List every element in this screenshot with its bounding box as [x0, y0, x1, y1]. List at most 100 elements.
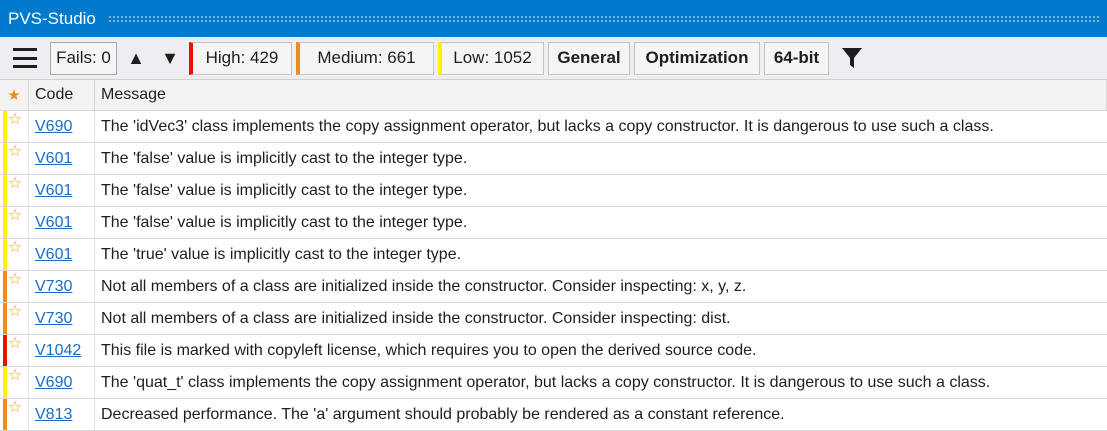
favorite-cell[interactable]: ☆	[0, 271, 29, 302]
message-text: The 'idVec3' class implements the copy a…	[101, 117, 994, 135]
severity-indicator	[3, 143, 7, 174]
menu-button[interactable]	[4, 42, 46, 75]
favorite-cell[interactable]: ☆	[0, 303, 29, 334]
table-row[interactable]: ☆ V730 Not all members of a class are in…	[0, 271, 1107, 303]
favorite-cell[interactable]: ☆	[0, 367, 29, 398]
star-outline-icon[interactable]: ☆	[8, 304, 22, 320]
message-text: Not all members of a class are initializ…	[101, 309, 731, 327]
favorite-cell[interactable]: ☆	[0, 335, 29, 366]
star-outline-icon[interactable]: ☆	[8, 144, 22, 160]
star-outline-icon[interactable]: ☆	[8, 176, 22, 192]
star-outline-icon[interactable]: ☆	[8, 368, 22, 384]
severity-indicator	[3, 399, 7, 430]
message-text: The 'false' value is implicitly cast to …	[101, 149, 468, 167]
message-cell: The 'false' value is implicitly cast to …	[95, 143, 1107, 174]
diagnostic-code-link[interactable]: V813	[35, 406, 72, 424]
title-bar-grip[interactable]	[107, 14, 1101, 23]
message-cell: Decreased performance. The 'a' argument …	[95, 399, 1107, 430]
message-cell: The 'quat_t' class implements the copy a…	[95, 367, 1107, 398]
severity-indicator	[3, 367, 7, 398]
toolbar: Fails: 0 ▲ ▼ High: 429 Medium: 661 Low: …	[0, 37, 1107, 79]
diagnostic-code-link[interactable]: V730	[35, 310, 72, 328]
next-message-button[interactable]: ▼	[155, 42, 185, 75]
code-cell: V601	[29, 207, 95, 238]
star-outline-icon[interactable]: ☆	[8, 112, 22, 128]
64bit-filter-button[interactable]: 64-bit	[764, 41, 829, 75]
filter-button[interactable]	[833, 42, 871, 75]
message-text: The 'false' value is implicitly cast to …	[101, 213, 468, 231]
code-cell: V601	[29, 143, 95, 174]
table-row[interactable]: ☆ V1042 This file is marked with copylef…	[0, 335, 1107, 367]
funnel-filter-icon	[842, 48, 862, 68]
message-text: Not all members of a class are initializ…	[101, 277, 747, 295]
message-column-header[interactable]: Message	[95, 80, 1107, 110]
favorite-cell[interactable]: ☆	[0, 111, 29, 142]
table-row[interactable]: ☆ V601 The 'false' value is implicitly c…	[0, 143, 1107, 175]
previous-message-button[interactable]: ▲	[121, 42, 151, 75]
code-cell: V730	[29, 303, 95, 334]
favorite-cell[interactable]: ☆	[0, 143, 29, 174]
message-cell: Not all members of a class are initializ…	[95, 303, 1107, 334]
hamburger-menu-icon	[13, 48, 37, 68]
code-cell: V601	[29, 175, 95, 206]
severity-indicator	[3, 207, 7, 238]
table-row[interactable]: ☆ V601 The 'true' value is implicitly ca…	[0, 239, 1107, 271]
favorite-cell[interactable]: ☆	[0, 399, 29, 430]
diagnostic-code-link[interactable]: V601	[35, 246, 72, 264]
message-text: The 'quat_t' class implements the copy a…	[101, 373, 991, 391]
diagnostic-code-link[interactable]: V690	[35, 118, 72, 136]
diagnostic-code-link[interactable]: V601	[35, 214, 72, 232]
high-level-filter-button[interactable]: High: 429	[189, 41, 292, 75]
low-level-filter-button[interactable]: Low: 1052	[438, 41, 544, 75]
diagnostic-code-link[interactable]: V730	[35, 278, 72, 296]
message-text: This file is marked with copyleft licens…	[101, 341, 757, 359]
code-cell: V730	[29, 271, 95, 302]
code-cell: V601	[29, 239, 95, 270]
favorite-cell[interactable]: ☆	[0, 207, 29, 238]
star-outline-icon[interactable]: ☆	[8, 336, 22, 352]
table-row[interactable]: ☆ V690 The 'quat_t' class implements the…	[0, 367, 1107, 399]
severity-indicator	[3, 335, 7, 366]
favorite-column-header[interactable]: ★	[0, 80, 29, 110]
message-cell: The 'false' value is implicitly cast to …	[95, 207, 1107, 238]
table-row[interactable]: ☆ V601 The 'false' value is implicitly c…	[0, 175, 1107, 207]
table-row[interactable]: ☆ V813 Decreased performance. The 'a' ar…	[0, 399, 1107, 431]
messages-grid: ★ Code Message ☆ V690 The 'idVec3' class…	[0, 79, 1107, 431]
severity-indicator	[3, 175, 7, 206]
code-cell: V690	[29, 367, 95, 398]
severity-indicator	[3, 239, 7, 270]
general-analysis-filter-button[interactable]: General	[548, 41, 630, 75]
message-text: Decreased performance. The 'a' argument …	[101, 405, 785, 423]
fails-button[interactable]: Fails: 0	[50, 41, 117, 75]
message-text: The 'true' value is implicitly cast to t…	[101, 245, 462, 263]
code-cell: V813	[29, 399, 95, 430]
star-outline-icon[interactable]: ☆	[8, 400, 22, 416]
arrow-down-icon: ▼	[161, 47, 179, 68]
diagnostic-code-link[interactable]: V690	[35, 374, 72, 392]
diagnostic-code-link[interactable]: V601	[35, 150, 72, 168]
favorite-cell[interactable]: ☆	[0, 175, 29, 206]
window-title: PVS-Studio	[8, 8, 96, 28]
message-cell: The 'true' value is implicitly cast to t…	[95, 239, 1107, 270]
diagnostic-code-link[interactable]: V601	[35, 182, 72, 200]
star-outline-icon[interactable]: ☆	[8, 272, 22, 288]
severity-indicator	[3, 303, 7, 334]
optimization-filter-button[interactable]: Optimization	[634, 41, 760, 75]
title-bar: PVS-Studio	[0, 0, 1107, 37]
star-outline-icon[interactable]: ☆	[8, 240, 22, 256]
table-row[interactable]: ☆ V690 The 'idVec3' class implements the…	[0, 111, 1107, 143]
code-column-header[interactable]: Code	[29, 80, 95, 110]
severity-indicator	[3, 271, 7, 302]
medium-level-filter-button[interactable]: Medium: 661	[296, 41, 434, 75]
arrow-up-icon: ▲	[127, 47, 145, 68]
severity-indicator	[3, 111, 7, 142]
message-cell: This file is marked with copyleft licens…	[95, 335, 1107, 366]
diagnostic-code-link[interactable]: V1042	[35, 342, 81, 360]
star-outline-icon[interactable]: ☆	[8, 208, 22, 224]
message-cell: The 'false' value is implicitly cast to …	[95, 175, 1107, 206]
code-cell: V1042	[29, 335, 95, 366]
message-cell: The 'idVec3' class implements the copy a…	[95, 111, 1107, 142]
table-row[interactable]: ☆ V730 Not all members of a class are in…	[0, 303, 1107, 335]
favorite-cell[interactable]: ☆	[0, 239, 29, 270]
table-row[interactable]: ☆ V601 The 'false' value is implicitly c…	[0, 207, 1107, 239]
